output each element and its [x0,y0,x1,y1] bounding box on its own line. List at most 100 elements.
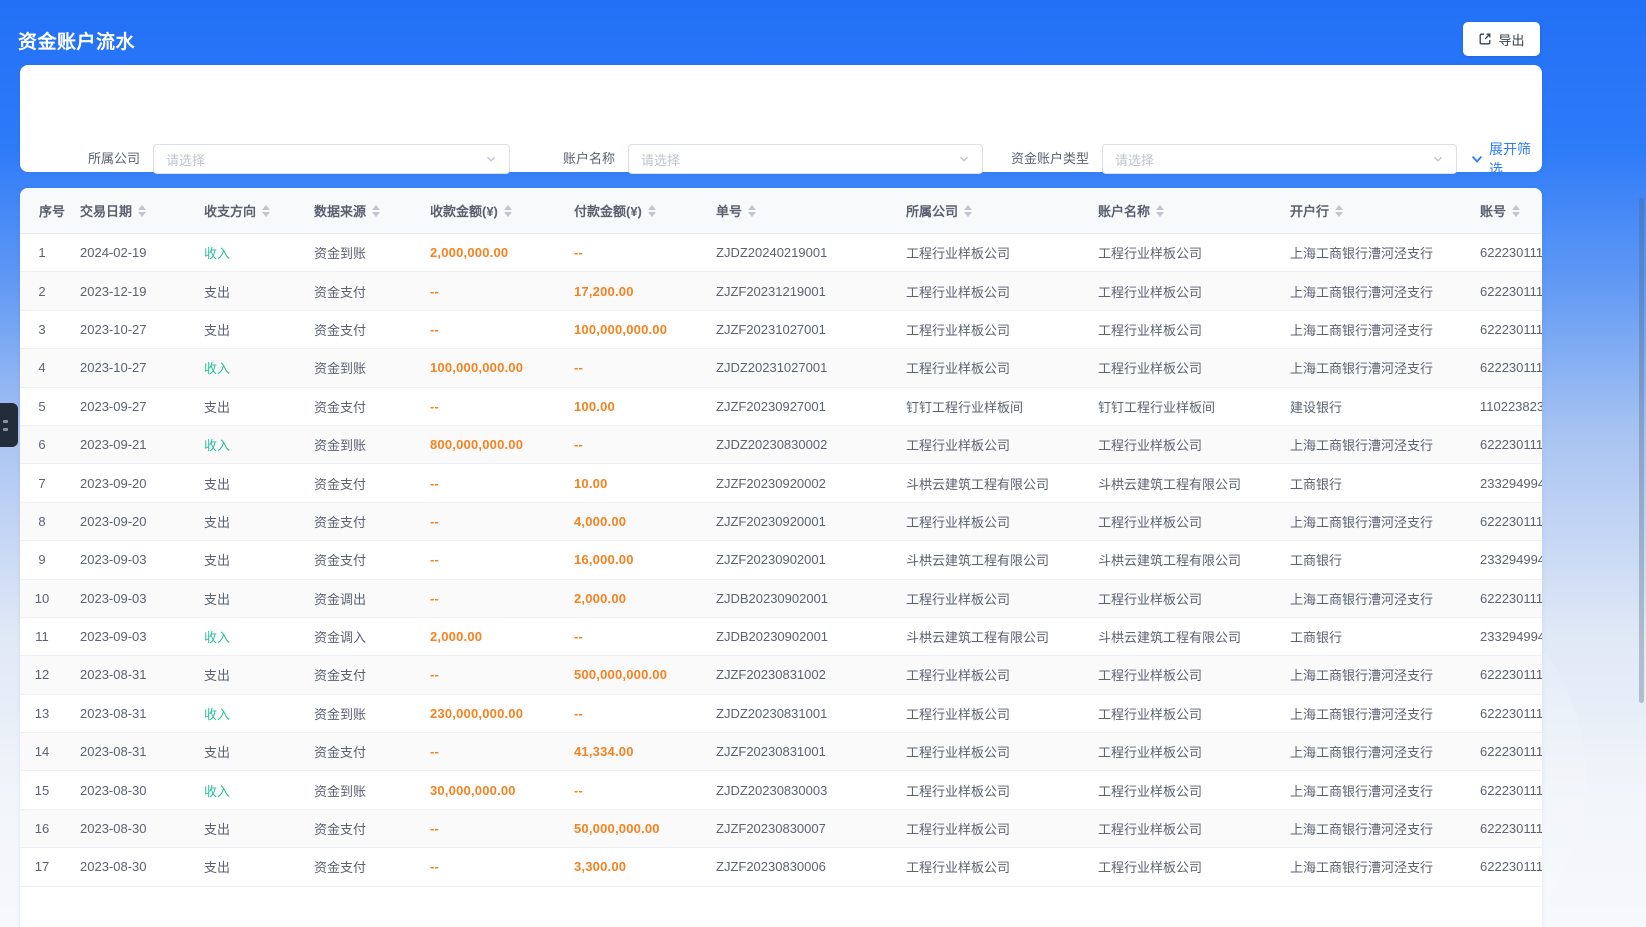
column-header-label: 付款金额(¥) [574,201,642,220]
table-cell: -- [420,810,564,847]
table-cell: 收入 [194,234,304,271]
table-cell: ZJDB20230902001 [706,618,896,655]
table-cell: 支出 [194,656,304,693]
table-cell: 工程行业样板公司 [1088,848,1280,885]
table-cell: 6222301111 [1470,810,1542,847]
table-cell: ZJDZ20230830002 [706,426,896,463]
sort-icon[interactable] [1512,205,1520,217]
sort-icon[interactable] [262,205,270,217]
sort-icon[interactable] [372,205,380,217]
table-cell: 2023-09-03 [70,618,194,655]
table-body: 12024-02-19收入资金到账2,000,000.00--ZJDZ20240… [20,234,1542,887]
table-cell: -- [420,656,564,693]
column-header[interactable]: 账号 [1470,188,1542,233]
table-row: 72023-09-20支出资金支付--10.00ZJZF20230920002斗… [20,464,1542,502]
table-cell: 2023-08-31 [70,695,194,732]
table-cell: -- [564,618,706,655]
side-panel-handle[interactable] [0,403,18,447]
table-cell: 收入 [194,695,304,732]
table-row: 22023-12-19支出资金支付--17,200.00ZJZF20231219… [20,272,1542,310]
table-cell: 6222301111 [1470,426,1542,463]
table-cell: 16 [20,810,70,847]
sort-icon[interactable] [648,205,656,217]
column-header[interactable]: 收支方向 [194,188,304,233]
table-cell: -- [420,388,564,425]
table-cell: ZJZF20230927001 [706,388,896,425]
table-cell: 2023-08-31 [70,733,194,770]
column-header[interactable]: 单号 [706,188,896,233]
table-cell: 工程行业样板公司 [1088,426,1280,463]
sort-icon[interactable] [138,205,146,217]
table-cell: 资金支付 [304,464,420,501]
account-type-select[interactable]: 请选择 [1102,144,1457,174]
table-cell: 2023-09-03 [70,580,194,617]
column-header[interactable]: 数据来源 [304,188,420,233]
table-cell: 500,000,000.00 [564,656,706,693]
table-cell: 资金调出 [304,580,420,617]
table-cell: 6222301111 [1470,272,1542,309]
table-cell: 支出 [194,848,304,885]
table-cell: 17,200.00 [564,272,706,309]
table-cell: 上海工商银行漕河泾支行 [1280,695,1470,732]
table-cell: 资金支付 [304,272,420,309]
table-cell: 233294994 [1470,618,1542,655]
table-cell: ZJDZ20240219001 [706,234,896,271]
account-name-select[interactable]: 请选择 [628,144,983,174]
table-cell: 资金支付 [304,656,420,693]
column-header[interactable]: 开户行 [1280,188,1470,233]
table-cell: 资金到账 [304,234,420,271]
table-row: 62023-09-21收入资金到账800,000,000.00--ZJDZ202… [20,426,1542,464]
sort-icon[interactable] [504,205,512,217]
table-cell: 7 [20,464,70,501]
table-row: 142023-08-31支出资金支付--41,334.00ZJZF2023083… [20,733,1542,771]
sort-icon[interactable] [748,205,756,217]
table-row: 122023-08-31支出资金支付--500,000,000.00ZJZF20… [20,656,1542,694]
table-cell: 6222301111 [1470,580,1542,617]
column-header[interactable]: 付款金额(¥) [564,188,706,233]
column-header-label: 交易日期 [80,201,132,220]
table-cell: 2023-10-27 [70,311,194,348]
table-cell: ZJZF20230830007 [706,810,896,847]
table-cell: 2023-12-19 [70,272,194,309]
sort-icon[interactable] [1156,205,1164,217]
table-cell: ZJZF20231219001 [706,272,896,309]
export-button[interactable]: 导出 [1463,22,1540,56]
sort-icon[interactable] [1335,205,1343,217]
expand-filters-link[interactable]: 展开筛选 [1470,144,1542,174]
table-cell: 斗栱云建筑工程有限公司 [1088,618,1280,655]
table-cell: 支出 [194,810,304,847]
column-header[interactable]: 账户名称 [1088,188,1280,233]
table-cell: 2023-08-30 [70,771,194,808]
table-cell: 支出 [194,272,304,309]
account-type-select-placeholder: 请选择 [1115,150,1432,169]
filter-label-account-name: 账户名称 [543,144,615,174]
column-header-label: 收款金额(¥) [430,201,498,220]
table-cell: 上海工商银行漕河泾支行 [1280,426,1470,463]
table-cell: 230,000,000.00 [420,695,564,732]
table-row: 152023-08-30收入资金到账30,000,000.00--ZJDZ202… [20,771,1542,809]
table-cell: ZJDB20230902001 [706,580,896,617]
table-cell: 收入 [194,618,304,655]
column-header-label: 所属公司 [906,201,958,220]
table-cell: 资金到账 [304,426,420,463]
table-cell: 工程行业样板公司 [896,503,1088,540]
table-cell: 3,300.00 [564,848,706,885]
company-select[interactable]: 请选择 [153,144,510,174]
table-cell: 12 [20,656,70,693]
table-cell: 2023-09-27 [70,388,194,425]
table-cell: 钉钉工程行业样板间 [1088,388,1280,425]
table-cell: 上海工商银行漕河泾支行 [1280,771,1470,808]
column-header[interactable]: 所属公司 [896,188,1088,233]
column-header: 序号 [20,188,70,233]
sort-icon[interactable] [964,205,972,217]
vertical-scrollbar[interactable] [1639,198,1644,703]
column-header[interactable]: 交易日期 [70,188,194,233]
table-cell: 工程行业样板公司 [1088,810,1280,847]
table-cell: 工程行业样板公司 [1088,234,1280,271]
column-header-label: 开户行 [1290,201,1329,220]
chevron-down-icon [1470,152,1484,166]
column-header[interactable]: 收款金额(¥) [420,188,564,233]
table-cell: ZJZF20230831002 [706,656,896,693]
table-cell: 工商银行 [1280,541,1470,578]
table-cell: ZJZF20230920001 [706,503,896,540]
